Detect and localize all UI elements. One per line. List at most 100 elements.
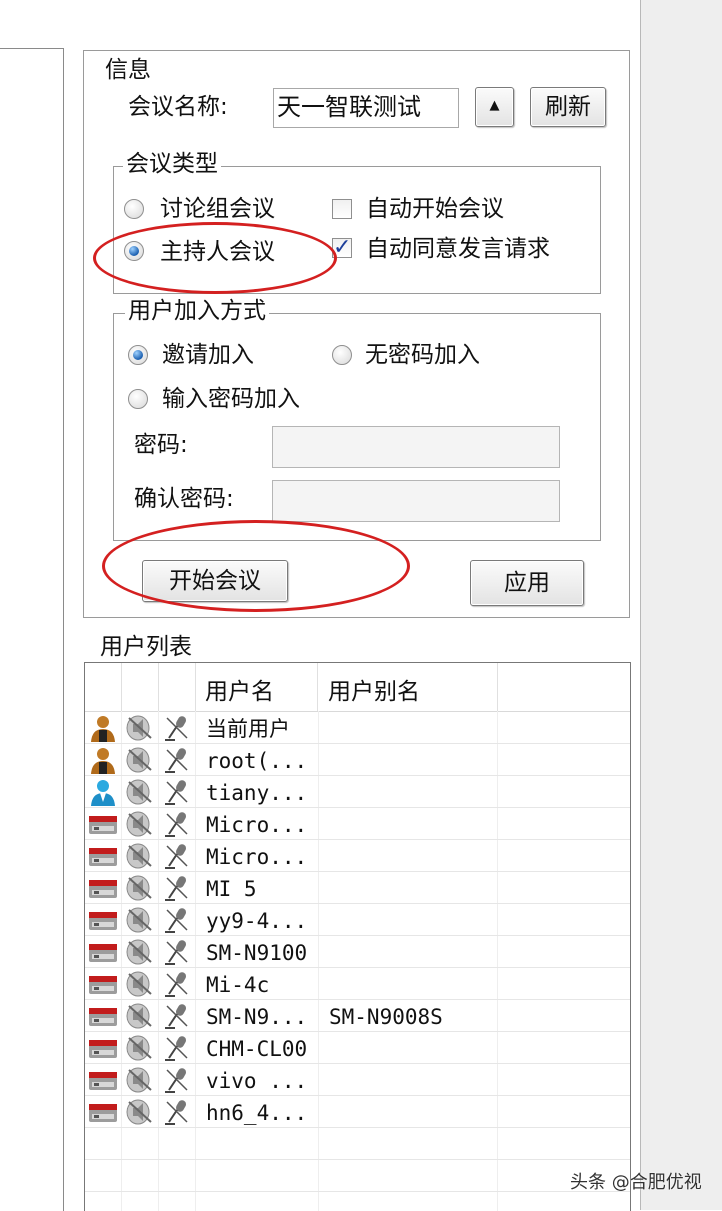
table-row[interactable]: CHM-CL00: [85, 1032, 630, 1064]
meeting-name-input[interactable]: 天一智联测试: [273, 88, 459, 128]
auto-accept-speak-label[interactable]: 自动同意发言请求: [366, 234, 550, 264]
alias-cell: SM-N9008S: [329, 1005, 443, 1029]
speaker-muted-icon[interactable]: [125, 778, 155, 806]
microphone-muted-icon[interactable]: [161, 874, 191, 902]
username-cell: yy9-4...: [206, 909, 308, 933]
microphone-muted-icon[interactable]: [161, 970, 191, 998]
table-row[interactable]: 当前用户: [85, 712, 630, 744]
discussion-meeting-label[interactable]: 讨论组会议: [160, 194, 275, 224]
username-cell: CHM-CL00: [206, 1037, 308, 1061]
microphone-muted-icon[interactable]: [161, 1034, 191, 1062]
microphone-muted-icon[interactable]: [161, 938, 191, 966]
up-button[interactable]: ▲: [475, 87, 514, 127]
confirm-password-input[interactable]: [272, 480, 560, 522]
table-header: 用户名 用户别名: [85, 663, 630, 712]
password-input[interactable]: [272, 426, 560, 468]
device-icon: [88, 1066, 118, 1094]
speaker-muted-icon[interactable]: [125, 714, 155, 742]
speaker-muted-icon[interactable]: [125, 874, 155, 902]
refresh-button[interactable]: 刷新: [530, 87, 606, 127]
empty-row: [85, 1160, 630, 1192]
speaker-muted-icon[interactable]: [125, 1002, 155, 1030]
username-cell: MI 5: [206, 877, 257, 901]
device-icon: [88, 874, 118, 902]
device-icon: [88, 906, 118, 934]
table-row[interactable]: MI 5: [85, 872, 630, 904]
no-password-join-label[interactable]: 无密码加入: [365, 340, 480, 370]
device-icon: [88, 970, 118, 998]
username-cell: SM-N9100: [206, 941, 308, 965]
microphone-muted-icon[interactable]: [161, 1066, 191, 1094]
device-icon: [88, 810, 118, 838]
right-panel: [640, 0, 722, 1210]
highlight-ellipse-host: [93, 222, 337, 294]
microphone-muted-icon[interactable]: [161, 1002, 191, 1030]
table-row[interactable]: SM-N9... SM-N9008S: [85, 1000, 630, 1032]
speaker-muted-icon[interactable]: [125, 906, 155, 934]
microphone-muted-icon[interactable]: [161, 778, 191, 806]
table-row[interactable]: SM-N9100: [85, 936, 630, 968]
speaker-muted-icon[interactable]: [125, 1098, 155, 1126]
speaker-muted-icon[interactable]: [125, 970, 155, 998]
password-join-label[interactable]: 输入密码加入: [162, 384, 300, 414]
info-group-title: 信息: [102, 56, 154, 84]
table-row[interactable]: Mi-4c: [85, 968, 630, 1000]
device-icon: [88, 1034, 118, 1062]
person-icon: [88, 746, 118, 774]
radio-invite-join[interactable]: [128, 345, 148, 365]
radio-discussion-meeting[interactable]: [124, 199, 144, 219]
apply-button[interactable]: 应用: [470, 560, 584, 606]
table-row[interactable]: Micro...: [85, 808, 630, 840]
device-icon: [88, 1002, 118, 1030]
highlight-ellipse-start: [102, 520, 410, 612]
speaker-muted-icon[interactable]: [125, 938, 155, 966]
auto-start-label[interactable]: 自动开始会议: [366, 194, 504, 224]
speaker-muted-icon[interactable]: [125, 1066, 155, 1094]
invite-join-label[interactable]: 邀请加入: [162, 340, 254, 370]
username-cell: Mi-4c: [206, 973, 270, 997]
microphone-muted-icon[interactable]: [161, 810, 191, 838]
microphone-muted-icon[interactable]: [161, 1098, 191, 1126]
user-blue-icon: [88, 778, 118, 806]
empty-row: [85, 1128, 630, 1160]
table-row[interactable]: Micro...: [85, 840, 630, 872]
column-header-alias[interactable]: 用户别名: [318, 663, 498, 711]
microphone-muted-icon[interactable]: [161, 842, 191, 870]
join-mode-title: 用户加入方式: [125, 297, 269, 325]
table-row[interactable]: yy9-4...: [85, 904, 630, 936]
username-cell: Micro...: [206, 813, 308, 837]
person-icon: [88, 714, 118, 742]
username-cell: root(...: [206, 749, 308, 773]
device-icon: [88, 842, 118, 870]
username-cell: SM-N9...: [206, 1005, 308, 1029]
user-list-table: 用户名 用户别名 当前用户 root(... tiany... Micro... Mic…: [84, 662, 631, 1211]
meeting-type-title: 会议类型: [123, 150, 221, 178]
speaker-muted-icon[interactable]: [125, 1034, 155, 1062]
speaker-muted-icon[interactable]: [125, 746, 155, 774]
device-icon: [88, 1098, 118, 1126]
username-cell: vivo ...: [206, 1069, 308, 1093]
username-cell: hn6_4...: [206, 1101, 308, 1125]
confirm-password-label: 确认密码:: [134, 486, 234, 512]
password-label: 密码:: [134, 432, 188, 458]
microphone-muted-icon[interactable]: [161, 906, 191, 934]
radio-no-password-join[interactable]: [332, 345, 352, 365]
speaker-muted-icon[interactable]: [125, 842, 155, 870]
microphone-muted-icon[interactable]: [161, 746, 191, 774]
meeting-name-label: 会议名称:: [128, 94, 228, 120]
table-row[interactable]: vivo ...: [85, 1064, 630, 1096]
top-area: [63, 0, 640, 48]
column-header-username[interactable]: 用户名: [195, 663, 318, 711]
username-cell: Micro...: [206, 845, 308, 869]
triangle-up-icon: ▲: [489, 98, 500, 113]
radio-password-join[interactable]: [128, 389, 148, 409]
table-row[interactable]: hn6_4...: [85, 1096, 630, 1128]
speaker-muted-icon[interactable]: [125, 810, 155, 838]
table-row[interactable]: root(...: [85, 744, 630, 776]
microphone-muted-icon[interactable]: [161, 714, 191, 742]
auto-start-checkbox[interactable]: [332, 199, 352, 219]
table-row[interactable]: tiany...: [85, 776, 630, 808]
device-icon: [88, 938, 118, 966]
watermark: 头条 @合肥优视: [570, 1172, 702, 1193]
username-cell: tiany...: [206, 781, 308, 805]
